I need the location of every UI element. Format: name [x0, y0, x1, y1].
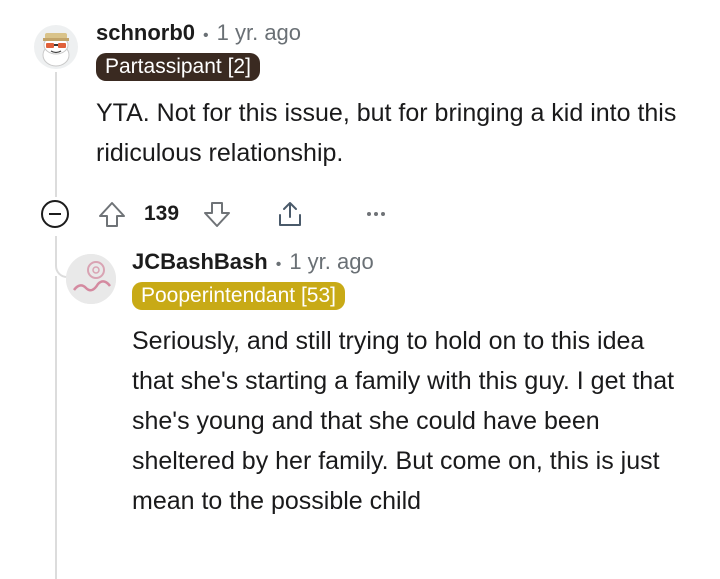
vote-count: 139 — [144, 202, 180, 225]
stamp-avatar-icon — [66, 254, 116, 304]
username[interactable]: schnorb0 — [96, 20, 195, 46]
downvote-button[interactable] — [201, 198, 233, 230]
separator-dot: • — [203, 27, 209, 44]
user-flair: Pooperintendant [53] — [132, 282, 345, 310]
share-button[interactable] — [274, 198, 306, 230]
more-options-icon — [367, 212, 385, 216]
collapse-button[interactable] — [40, 199, 70, 229]
timestamp[interactable]: 1 yr. ago — [217, 20, 301, 46]
upvote-icon — [99, 202, 125, 227]
thread-line[interactable] — [55, 72, 57, 197]
comment-body: Seriously, and still trying to hold on t… — [132, 327, 675, 515]
more-options-button[interactable] — [362, 200, 390, 228]
comment-body: YTA. Not for this issue, but for bringin… — [96, 99, 677, 167]
separator-dot: • — [275, 256, 282, 273]
share-icon — [279, 202, 301, 226]
avatar[interactable] — [34, 25, 78, 69]
downvote-icon — [204, 202, 230, 227]
timestamp[interactable]: 1 yr. ago — [289, 249, 373, 275]
username[interactable]: JCBashBash — [132, 249, 268, 275]
thread-line[interactable] — [55, 276, 57, 579]
comment-header: JCBashBash • 1 yr. ago — [132, 249, 374, 275]
user-flair: Partassipant [2] — [96, 53, 260, 81]
comment-header: schnorb0 • 1 yr. ago — [96, 20, 301, 46]
collapse-icon — [41, 200, 69, 228]
upvote-button[interactable] — [96, 198, 128, 230]
snoo-avatar-icon — [42, 33, 70, 67]
avatar[interactable] — [66, 254, 116, 304]
